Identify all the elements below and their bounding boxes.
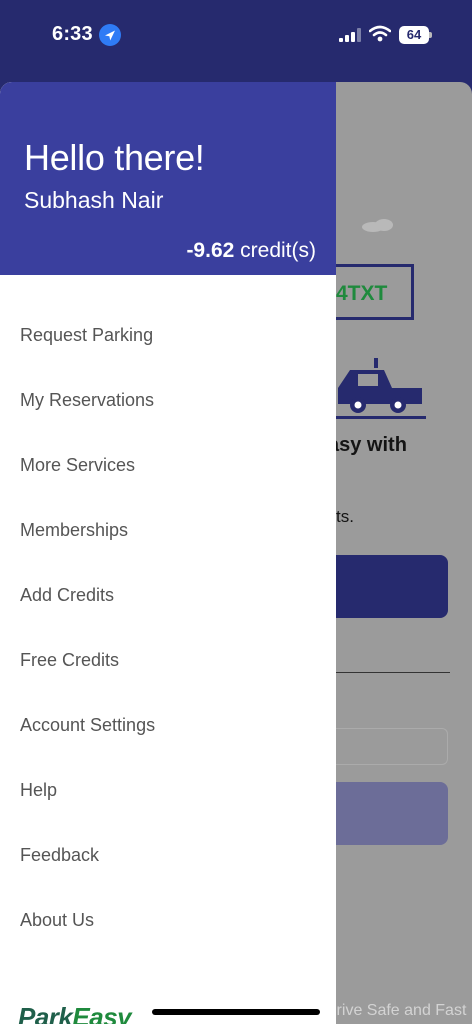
menu-item-my-reservations[interactable]: My Reservations xyxy=(0,368,336,433)
battery-tip xyxy=(429,32,432,38)
battery-level: 64 xyxy=(399,26,429,44)
parking-sign-text: 4TXT xyxy=(336,282,388,305)
home-indicator[interactable] xyxy=(152,1009,320,1015)
credits-balance: -9.62 credit(s) xyxy=(186,239,316,263)
subtext: ts. xyxy=(336,507,354,526)
menu-item-about-us[interactable]: About Us xyxy=(0,888,336,953)
menu-item-free-credits[interactable]: Free Credits xyxy=(0,628,336,693)
user-name: Subhash Nair xyxy=(24,187,164,213)
location-arrow-icon xyxy=(99,24,121,46)
tagline-text: asy with xyxy=(328,434,407,456)
divider xyxy=(320,672,450,673)
credits-unit: credit(s) xyxy=(240,239,316,262)
signal-icon xyxy=(339,28,361,42)
menu-item-feedback[interactable]: Feedback xyxy=(0,823,336,888)
status-time: 6:33 xyxy=(52,23,93,45)
footer-tagline: Drive Safe and Fast xyxy=(325,1002,467,1019)
car-icon xyxy=(330,358,426,419)
drawer-menu: Request Parking My Reservations More Ser… xyxy=(0,303,336,953)
battery-icon: 64 xyxy=(399,26,432,44)
menu-item-request-parking[interactable]: Request Parking xyxy=(0,303,336,368)
menu-item-add-credits[interactable]: Add Credits xyxy=(0,563,336,628)
wifi-icon xyxy=(369,25,391,42)
cloud-icon xyxy=(362,219,393,232)
navigation-drawer: Hello there! Subhash Nair -9.62 credit(s… xyxy=(0,82,336,1024)
brand-logo-prefix: Park xyxy=(18,1002,73,1024)
drawer-header: Hello there! Subhash Nair -9.62 credit(s… xyxy=(0,82,336,275)
status-bar: 6:33 64 xyxy=(0,0,472,70)
menu-item-memberships[interactable]: Memberships xyxy=(0,498,336,563)
menu-item-help[interactable]: Help xyxy=(0,758,336,823)
menu-item-more-services[interactable]: More Services xyxy=(0,433,336,498)
greeting-title: Hello there! xyxy=(24,137,205,178)
brand-logo-suffix: Easy xyxy=(72,1002,132,1024)
text-input[interactable] xyxy=(320,728,448,765)
menu-item-account-settings[interactable]: Account Settings xyxy=(0,693,336,758)
brand-logo: ParkEasy xyxy=(18,1002,132,1024)
credits-value: -9.62 xyxy=(186,239,235,262)
